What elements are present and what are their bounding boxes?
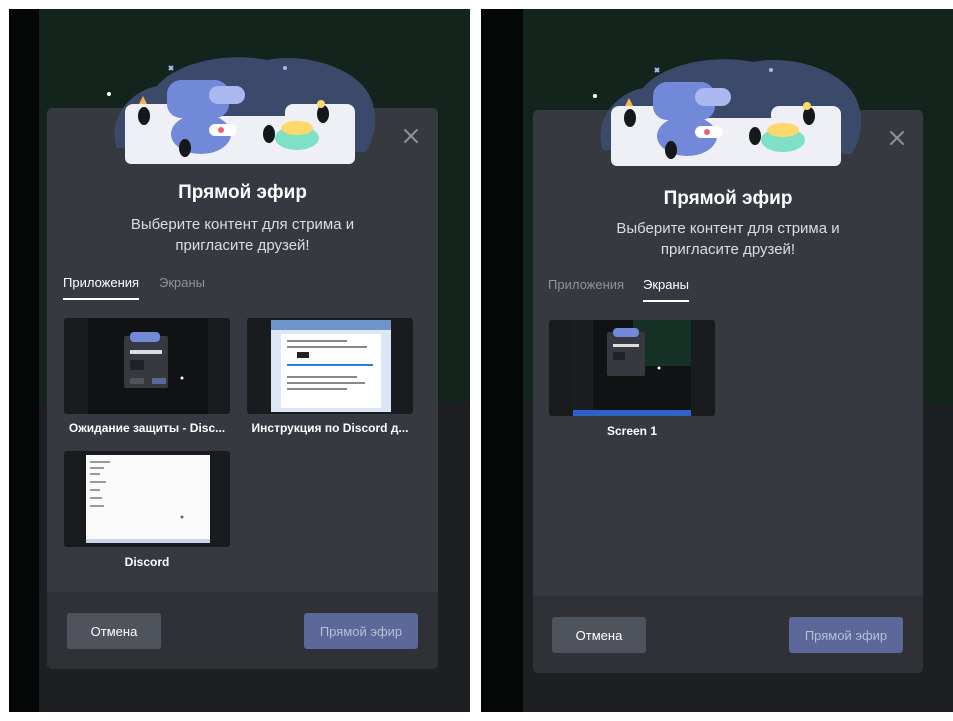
go-live-modal: Прямой эфир Выберите контент для стрима … xyxy=(533,59,923,673)
subtitle-line-2: пригласите друзей! xyxy=(660,241,796,258)
modal-subtitle: Выберите контент для стрима и пригласите… xyxy=(77,214,408,256)
source-label: Инструкция по Discord д... xyxy=(251,421,409,435)
screenshot-right: Прямой эфир Выберите контент для стрима … xyxy=(481,9,953,712)
go-live-button[interactable]: Прямой эфир xyxy=(789,617,903,653)
backdrop-sidebar xyxy=(9,9,39,712)
thumbnail-preview xyxy=(549,320,715,416)
subtitle-line-1: Выберите контент для стрима и xyxy=(130,216,355,233)
thumbnail-preview xyxy=(64,451,230,547)
close-icon[interactable] xyxy=(885,126,909,150)
modal-subtitle: Выберите контент для стрима и пригласите… xyxy=(563,218,893,260)
source-thumbnail[interactable] xyxy=(64,318,230,414)
source-label: Screen 1 xyxy=(606,424,658,438)
tab-applications[interactable]: Приложения xyxy=(548,277,624,302)
cancel-button[interactable]: Отмена xyxy=(552,617,646,653)
thumbnail-preview xyxy=(64,318,230,414)
screenshot-left: Прямой эфир Выберите контент для стрима … xyxy=(9,9,470,712)
source-thumbnail[interactable] xyxy=(64,451,230,547)
modal-footer: Отмена Прямой эфир xyxy=(47,592,438,669)
tab-screens[interactable]: Экраны xyxy=(159,275,205,300)
source-label: Ожидание защиты - Disc... xyxy=(68,421,226,435)
source-thumbnail[interactable] xyxy=(549,320,715,416)
source-thumbnail[interactable] xyxy=(247,318,413,414)
close-icon[interactable] xyxy=(399,124,423,148)
go-live-illustration xyxy=(593,59,862,166)
go-live-button[interactable]: Прямой эфир xyxy=(304,613,418,649)
go-live-illustration xyxy=(107,57,376,164)
subtitle-line-1: Выберите контент для стрима и xyxy=(616,220,840,237)
backdrop-sidebar xyxy=(481,9,523,712)
tab-screens[interactable]: Экраны xyxy=(643,277,690,302)
subtitle-line-2: пригласите друзей! xyxy=(175,237,310,254)
thumbnail-preview xyxy=(247,318,413,414)
modal-title: Прямой эфир xyxy=(663,188,793,209)
modal-footer: Отмена Прямой эфир xyxy=(533,596,923,673)
cancel-button[interactable]: Отмена xyxy=(67,613,161,649)
modal-title: Прямой эфир xyxy=(178,182,307,203)
tab-applications[interactable]: Приложения xyxy=(63,275,140,300)
go-live-modal: Прямой эфир Выберите контент для стрима … xyxy=(47,57,438,669)
source-label: Discord xyxy=(124,555,170,569)
